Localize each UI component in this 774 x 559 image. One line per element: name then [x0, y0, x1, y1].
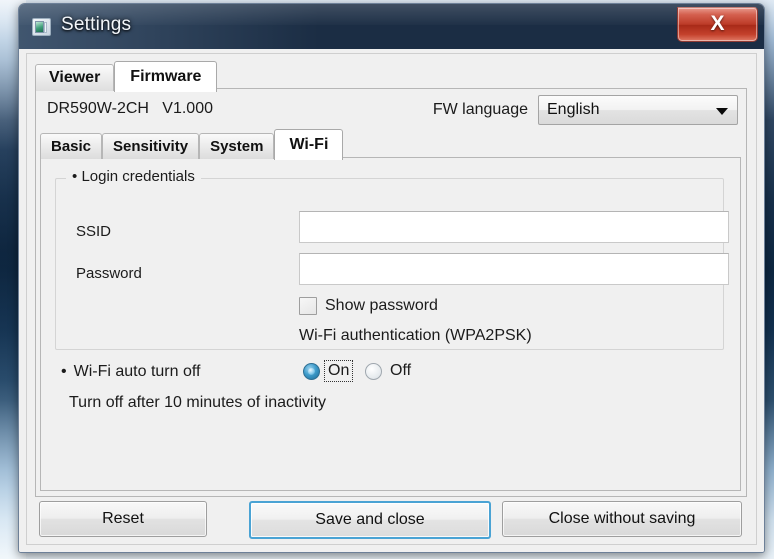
dialog-button-bar: Reset Save and close Close without savin… [35, 498, 747, 539]
fw-language-value: English [547, 101, 600, 118]
tab-firmware-label: Firmware [130, 68, 202, 85]
login-credentials-legend: • Login credentials [66, 168, 201, 185]
show-password-checkbox[interactable] [299, 297, 317, 315]
bullet-icon: • [61, 363, 67, 380]
radio-off-indicator[interactable] [365, 362, 382, 380]
radio-off-label: Off [390, 362, 412, 379]
inactivity-description-text: Turn off after 10 minutes of inactivity [69, 394, 327, 411]
firmware-subtabstrip: Basic Sensitivity System Wi-Fi [40, 127, 344, 160]
login-credentials-group: • Login credentials SSID Password Show p… [55, 168, 729, 350]
radio-on-indicator[interactable] [303, 362, 320, 380]
close-icon: X [710, 12, 725, 35]
wifi-auto-turn-off-label: • Wi-Fi auto turn off [61, 363, 200, 381]
fw-language-select[interactable]: English [538, 95, 738, 125]
save-and-close-button-label: Save and close [315, 511, 425, 528]
settings-window: Settings X Viewer Firmware DR590W-2CH V1… [18, 3, 765, 553]
firmware-header: DR590W-2CH V1.000 FW language English [36, 89, 746, 132]
show-password-checkbox-row[interactable]: Show password [299, 297, 438, 315]
subtab-wifi-label: Wi-Fi [289, 136, 329, 153]
chevron-down-icon [716, 108, 728, 115]
main-tabstrip: Viewer Firmware [35, 61, 218, 92]
reset-button-label: Reset [102, 510, 144, 527]
close-without-saving-button[interactable]: Close without saving [502, 501, 742, 537]
subtab-basic[interactable]: Basic [40, 133, 103, 159]
radio-auto-turn-off-off[interactable]: Off [365, 361, 414, 381]
show-password-label: Show password [325, 297, 438, 314]
tab-firmware[interactable]: Firmware [114, 61, 218, 92]
subtab-sensitivity-label: Sensitivity [113, 138, 189, 155]
subtab-sensitivity[interactable]: Sensitivity [102, 133, 200, 159]
model-version-text: DR590W-2CH V1.000 [47, 100, 213, 117]
reset-button[interactable]: Reset [39, 501, 207, 537]
subtab-basic-label: Basic [51, 138, 92, 155]
close-without-saving-button-label: Close without saving [548, 510, 696, 527]
close-button[interactable]: X [677, 7, 758, 42]
wifi-authentication-text: Wi-Fi authentication (WPA2PSK) [299, 327, 532, 344]
ssid-input[interactable] [299, 211, 729, 243]
wifi-auto-turn-off-label-text: Wi-Fi auto turn off [73, 363, 201, 380]
title-bar[interactable]: Settings X [19, 4, 764, 50]
app-icon-bar [44, 22, 47, 33]
password-input[interactable] [299, 253, 729, 285]
password-label: Password [76, 265, 142, 282]
ssid-label: SSID [76, 223, 112, 240]
tab-viewer[interactable]: Viewer [35, 64, 115, 91]
app-icon-screen [35, 21, 44, 33]
window-client-area: Viewer Firmware DR590W-2CH V1.000 FW lan… [19, 49, 764, 552]
radio-auto-turn-off-on[interactable]: On [303, 360, 354, 382]
subtab-system-label: System [210, 138, 264, 155]
bullet-icon: • [72, 168, 78, 185]
subtab-system[interactable]: System [199, 133, 275, 159]
fw-language-label: FW language [432, 101, 528, 118]
radio-on-label: On [323, 360, 354, 382]
window-title: Settings [61, 14, 132, 35]
firmware-tab-page: DR590W-2CH V1.000 FW language English Ba… [35, 88, 747, 497]
subtab-wifi[interactable]: Wi-Fi [274, 129, 344, 160]
tab-viewer-label: Viewer [49, 69, 101, 86]
save-and-close-button[interactable]: Save and close [249, 501, 491, 539]
login-credentials-legend-text: Login credentials [81, 168, 195, 185]
wifi-settings-panel: • Login credentials SSID Password Show p… [40, 157, 741, 491]
client-inner-panel: Viewer Firmware DR590W-2CH V1.000 FW lan… [26, 53, 757, 545]
app-monitor-icon [32, 18, 51, 36]
wifi-auto-turn-off-row: • Wi-Fi auto turn off On Off [55, 360, 724, 387]
